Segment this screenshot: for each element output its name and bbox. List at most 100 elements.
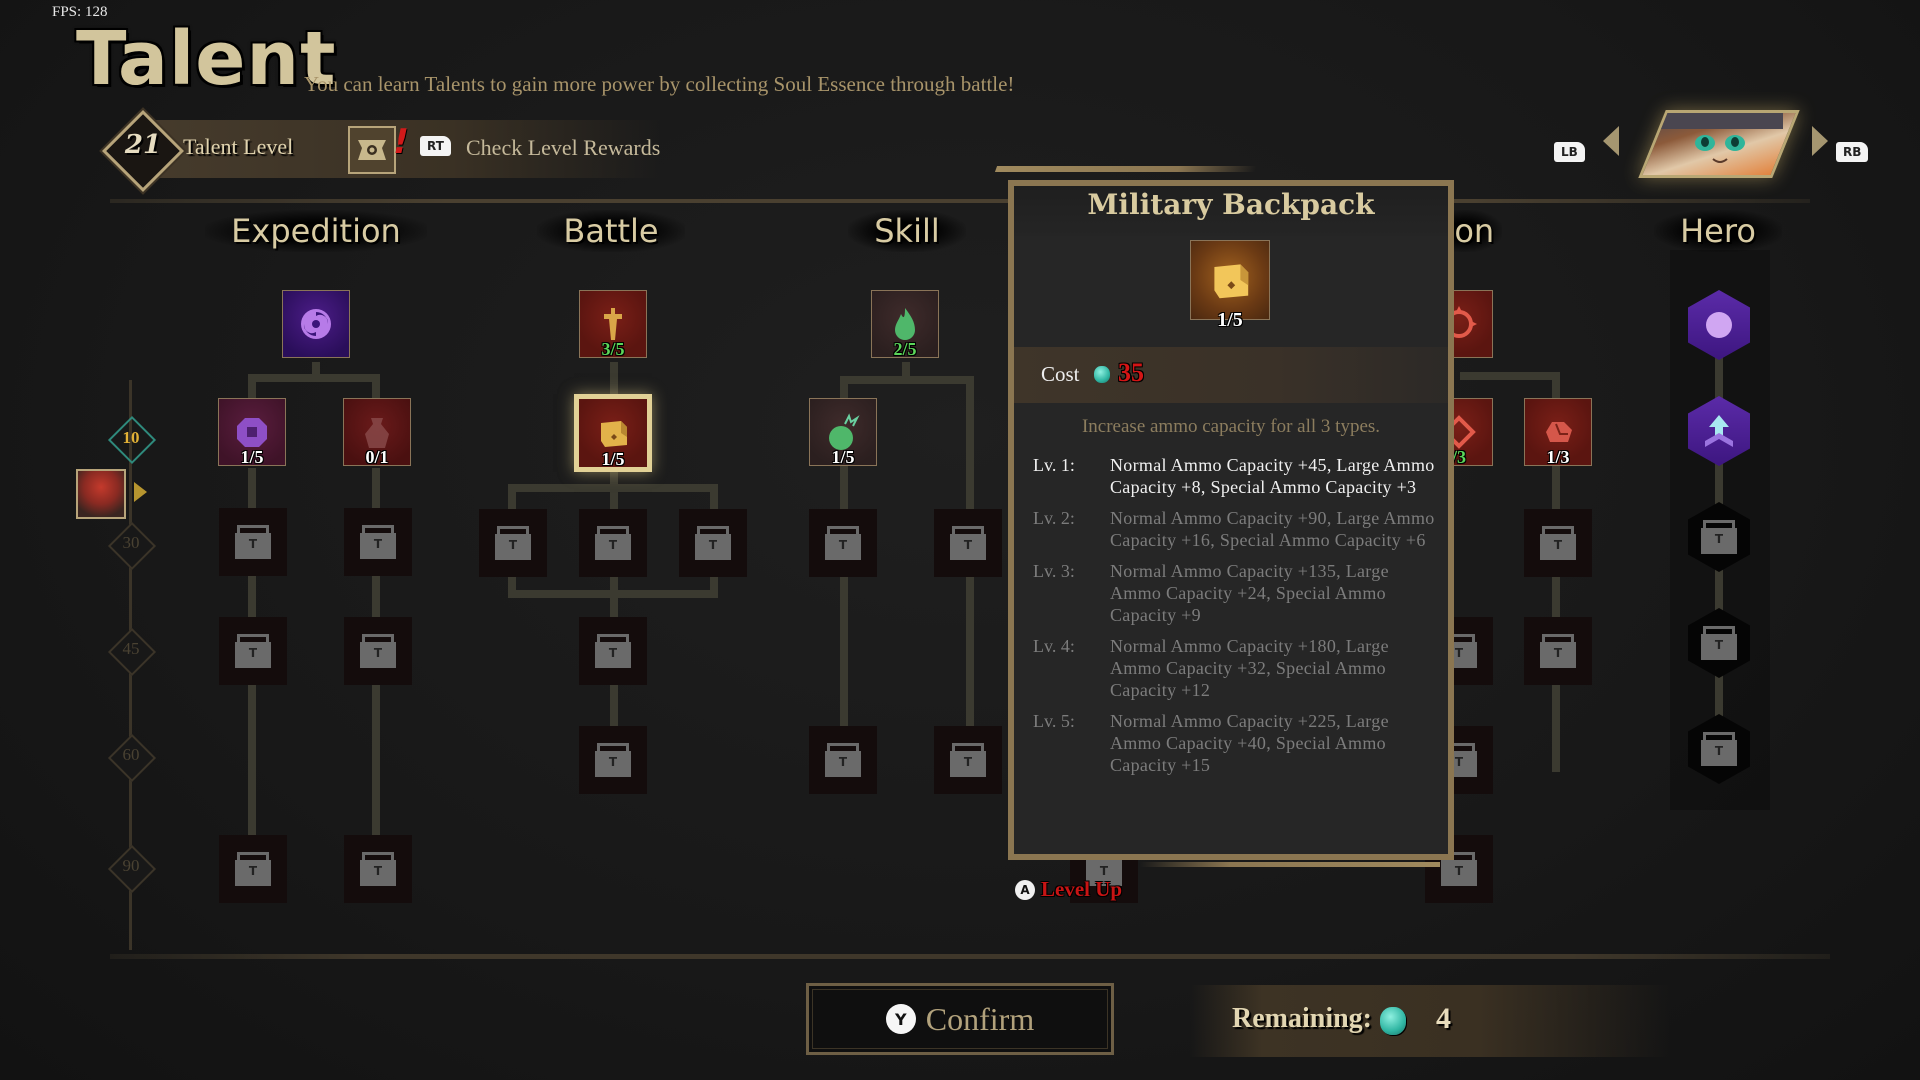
soul-essence-icon [1380, 1007, 1406, 1035]
arrow-up-icon [1705, 415, 1733, 447]
level-entry: Lv. 3: Normal Ammo Capacity +135, Large A… [1033, 560, 1443, 626]
locked-talent-node[interactable] [1524, 617, 1592, 685]
a-button-hint: A [1015, 879, 1035, 900]
level-effect: Normal Ammo Capacity +225, Large Ammo Ca… [1110, 711, 1389, 775]
node-level-count: 1/5 [601, 449, 625, 469]
hero-face-icon [1655, 113, 1783, 163]
level-up-button[interactable]: A Level Up [1015, 877, 1122, 902]
lock-icon [950, 526, 986, 560]
node-level-count: 1/3 [1546, 447, 1570, 467]
column-header-battle: Battle [491, 210, 731, 252]
milestone-label: 45 [122, 639, 140, 658]
milestone-label: 30 [122, 533, 140, 552]
lock-icon [1540, 634, 1576, 668]
level-label: Lv. 2: [1033, 508, 1075, 528]
locked-talent-node[interactable] [934, 509, 1002, 577]
next-hero-arrow-icon[interactable] [1812, 126, 1828, 156]
remaining-value: 4 [1436, 1002, 1451, 1035]
page-title: Talent [76, 16, 337, 102]
column-header-skill: Skill [787, 210, 1027, 252]
talent-node-weapon-rock[interactable]: 1/3 [1524, 398, 1592, 467]
locked-talent-node[interactable] [479, 509, 547, 577]
lb-button-hint[interactable]: LB [1554, 142, 1585, 162]
locked-talent-node[interactable] [679, 509, 747, 577]
pouch-icon [365, 418, 389, 448]
locked-talent-node[interactable] [934, 726, 1002, 794]
remaining-label: Remaining: [1232, 1003, 1372, 1034]
confirm-label: Confirm [925, 1000, 1035, 1037]
locked-talent-node[interactable] [344, 508, 412, 576]
talent-node-expedition-coin[interactable]: 1/5 [218, 398, 286, 467]
locked-talent-node[interactable] [809, 726, 877, 794]
locked-talent-node[interactable] [579, 509, 647, 577]
tooltip-level-count: 1/5 [1217, 309, 1243, 331]
locked-talent-node[interactable] [344, 835, 412, 903]
talent-node-skill-bomb[interactable]: 1/5 [809, 398, 877, 467]
player-level-portrait [76, 469, 126, 519]
talent-node-skill-root[interactable]: 2/5 [871, 290, 939, 359]
vortex-icon [301, 309, 331, 339]
tree-connector [248, 374, 380, 382]
lock-icon [235, 852, 271, 886]
lock-icon [825, 743, 861, 777]
milestone-label: 10 [122, 428, 140, 447]
locked-talent-node[interactable] [344, 617, 412, 685]
locked-talent-node[interactable] [1524, 509, 1592, 577]
talent-node-battle-root[interactable]: 3/5 [579, 290, 647, 360]
confirm-button[interactable]: Y Confirm [806, 983, 1114, 1055]
column-title: Hero [1654, 210, 1782, 252]
lock-icon [360, 525, 396, 559]
lock-icon [360, 634, 396, 668]
lock-icon [950, 743, 986, 777]
previous-hero-arrow-icon[interactable] [1603, 126, 1619, 156]
tooltip-decoration [994, 166, 1258, 172]
tooltip-decoration [1140, 862, 1440, 867]
locked-talent-node[interactable] [219, 835, 287, 903]
talent-node-battle-backpack[interactable]: 1/5 [574, 394, 652, 472]
backpack-icon [601, 421, 627, 447]
rt-button-hint: RT [420, 136, 451, 156]
node-level-count: 1/5 [831, 447, 855, 467]
locked-talent-node[interactable] [219, 508, 287, 576]
level-effect: Normal Ammo Capacity +180, Large Ammo Ca… [1110, 636, 1389, 700]
footer-divider [110, 954, 1830, 959]
rock-icon [1546, 422, 1572, 442]
tooltip-level-list: Lv. 1: Normal Ammo Capacity +45, Large Am… [1033, 454, 1443, 785]
lock-icon [1701, 520, 1737, 554]
talent-node-expedition-root[interactable] [282, 290, 350, 358]
flame-icon [895, 308, 915, 340]
column-title: Battle [537, 210, 685, 252]
column-title: Skill [848, 210, 966, 252]
level-pointer-icon [134, 482, 147, 502]
level-entry: Lv. 4: Normal Ammo Capacity +180, Large A… [1033, 635, 1443, 701]
column-title: Expedition [205, 210, 427, 252]
level-entry: Lv. 2: Normal Ammo Capacity +90, Large Am… [1033, 507, 1443, 551]
level-label: Lv. 1: [1033, 455, 1075, 475]
level-label: Lv. 5: [1033, 711, 1075, 731]
hero-portrait[interactable] [1638, 110, 1800, 178]
rb-button-hint[interactable]: RB [1836, 142, 1869, 162]
locked-talent-node[interactable] [809, 509, 877, 577]
reward-chest-icon [358, 140, 386, 160]
level-effect: Normal Ammo Capacity +90, Large Ammo Cap… [1110, 508, 1435, 550]
locked-talent-node[interactable] [579, 617, 647, 685]
lock-icon [360, 852, 396, 886]
header-divider [110, 199, 1810, 203]
tooltip-title: Military Backpack [1087, 188, 1375, 221]
column-header-expedition: Expedition [196, 210, 436, 252]
locked-talent-node[interactable] [579, 726, 647, 794]
cost-value: 35 [1118, 358, 1144, 387]
level-effect: Normal Ammo Capacity +135, Large Ammo Ca… [1110, 561, 1389, 625]
check-level-rewards-link[interactable]: Check Level Rewards [466, 135, 660, 161]
lock-icon [1701, 626, 1737, 660]
talent-level-value: 21 [124, 130, 162, 160]
locked-talent-node[interactable] [219, 617, 287, 685]
level-rewards-button[interactable] [348, 126, 396, 174]
tooltip-description: Increase ammo capacity for all 3 types. [1081, 416, 1381, 437]
lock-icon [695, 526, 731, 560]
node-level-count[interactable]: 3/5 [580, 339, 646, 360]
talent-node-expedition-pouch[interactable]: 0/1 [343, 398, 411, 467]
level-up-label: Level Up [1041, 877, 1123, 901]
lock-icon [1701, 732, 1737, 766]
level-effect: Normal Ammo Capacity +45, Large Ammo Cap… [1110, 455, 1435, 497]
